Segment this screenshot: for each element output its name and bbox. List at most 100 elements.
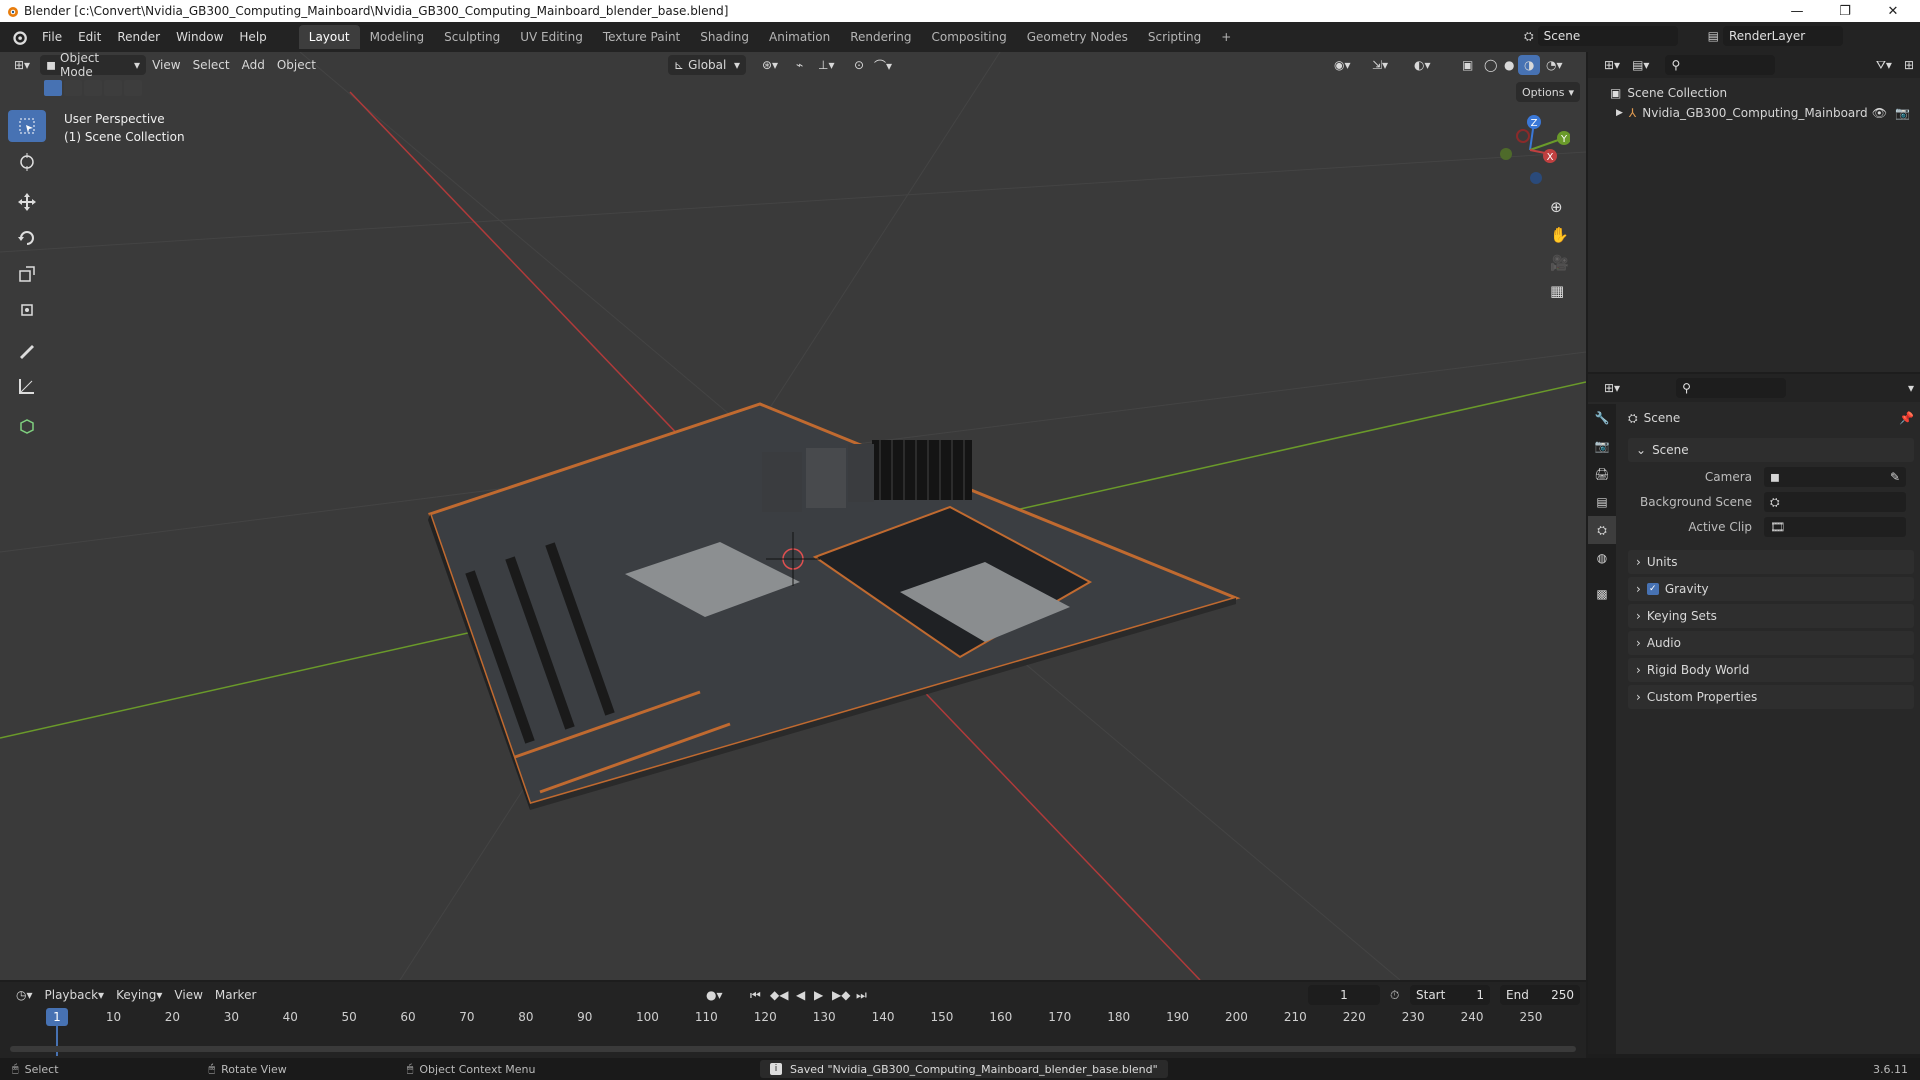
pivot-point-icon[interactable]: ⊛▾: [756, 55, 784, 75]
navigation-gizmo[interactable]: Z Y X: [1490, 110, 1570, 190]
tab-modeling[interactable]: Modeling: [360, 25, 435, 49]
tab-scripting[interactable]: Scripting: [1138, 25, 1211, 49]
camera-view-icon[interactable]: 🎥: [1550, 254, 1569, 272]
panel-scene-header[interactable]: ⌄ Scene: [1628, 438, 1914, 462]
move-tool[interactable]: [8, 186, 46, 218]
annotate-tool[interactable]: [8, 334, 46, 366]
snap-target-icon[interactable]: ⊥▾: [812, 55, 840, 75]
tab-sculpting[interactable]: Sculpting: [434, 25, 510, 49]
new-collection-icon[interactable]: ⊞: [1898, 55, 1920, 75]
camera-field[interactable]: ◼ ✎: [1764, 467, 1906, 487]
select-extend-icon[interactable]: [64, 80, 82, 96]
zoom-icon[interactable]: ⊕: [1550, 198, 1569, 216]
background-scene-field[interactable]: ⛭: [1764, 492, 1906, 512]
active-clip-field[interactable]: 🎞: [1764, 517, 1906, 537]
scene-tab-icon[interactable]: ⛭: [1588, 516, 1616, 544]
tab-animation[interactable]: Animation: [759, 25, 840, 49]
view-layer-tab-icon[interactable]: ▤: [1588, 488, 1616, 516]
menu-render[interactable]: Render: [109, 25, 168, 49]
material-shading-icon[interactable]: ◑: [1518, 55, 1541, 75]
pin-icon[interactable]: 📌: [1899, 411, 1914, 425]
options-button[interactable]: Options ▾: [1516, 82, 1580, 102]
outliner-editor-type-icon[interactable]: ⊞▾: [1598, 55, 1626, 75]
minimize-button[interactable]: —: [1774, 0, 1820, 22]
menu-view[interactable]: View: [146, 55, 186, 75]
texture-tab-icon[interactable]: ▩: [1588, 580, 1616, 608]
properties-editor-type-icon[interactable]: ⊞▾: [1598, 378, 1626, 398]
transform-orientation-selector[interactable]: ⊾ Global ▾: [668, 55, 746, 75]
blender-menu-icon[interactable]: [10, 28, 28, 46]
menu-edit[interactable]: Edit: [70, 25, 109, 49]
camera-render-icon[interactable]: 📷: [1895, 106, 1910, 120]
select-box-tool[interactable]: [8, 110, 46, 142]
editor-type-button[interactable]: ⊞▾: [8, 55, 36, 75]
expand-arrow-icon[interactable]: ▶: [1616, 108, 1623, 118]
properties-search-input[interactable]: ⚲: [1676, 378, 1787, 398]
outliner-search-input[interactable]: ⚲: [1665, 55, 1776, 75]
select-invert-icon[interactable]: [104, 80, 122, 96]
render-layer-selector[interactable]: RenderLayer: [1722, 26, 1843, 46]
overlay-toggle-icon[interactable]: ◐▾: [1408, 55, 1437, 75]
menu-window[interactable]: Window: [168, 25, 231, 49]
tab-geometry-nodes[interactable]: Geometry Nodes: [1017, 25, 1138, 49]
tab-texture-paint[interactable]: Texture Paint: [593, 25, 690, 49]
tab-shading[interactable]: Shading: [690, 25, 759, 49]
3d-viewport[interactable]: ⊞▾ ◼ Object Mode ▾ View Select Add Objec…: [0, 52, 1586, 980]
world-tab-icon[interactable]: ◍: [1588, 544, 1616, 572]
panel-rigid-body-header[interactable]: › Rigid Body World: [1628, 658, 1914, 682]
proportional-edit-icon[interactable]: ⊙: [848, 55, 870, 75]
menu-help[interactable]: Help: [231, 25, 274, 49]
mode-selector[interactable]: ◼ Object Mode ▾: [40, 52, 147, 79]
scene-selector[interactable]: Scene: [1537, 26, 1678, 46]
tab-layout[interactable]: Layout: [298, 25, 360, 49]
falloff-icon[interactable]: ⌒▾: [868, 55, 898, 75]
filter-icon[interactable]: ⛛▾: [1870, 55, 1898, 75]
ortho-grid-icon[interactable]: ▦: [1550, 282, 1569, 300]
snap-icon[interactable]: ⌁: [790, 55, 809, 75]
measure-tool[interactable]: [8, 370, 46, 402]
cursor-tool[interactable]: [8, 146, 46, 178]
visibility-icon[interactable]: ◉▾: [1328, 55, 1357, 75]
maximize-button[interactable]: ❐: [1822, 0, 1868, 22]
pan-hand-icon[interactable]: ✋: [1550, 226, 1569, 244]
menu-select[interactable]: Select: [187, 55, 236, 75]
tab-rendering[interactable]: Rendering: [840, 25, 921, 49]
gravity-checkbox[interactable]: ✓: [1646, 583, 1659, 595]
menu-file[interactable]: File: [34, 25, 70, 49]
panel-gravity-header[interactable]: › ✓ Gravity: [1628, 577, 1914, 601]
panel-keying-sets-header[interactable]: › Keying Sets: [1628, 604, 1914, 628]
tab-compositing[interactable]: Compositing: [921, 25, 1016, 49]
transform-tool[interactable]: [8, 294, 46, 326]
timeline-scrollbar[interactable]: [10, 1046, 1576, 1052]
select-subtract-icon[interactable]: [84, 80, 102, 96]
scale-tool[interactable]: [8, 258, 46, 290]
xray-toggle-icon[interactable]: ▣: [1456, 55, 1479, 75]
eye-icon[interactable]: 👁: [1872, 106, 1887, 120]
add-cube-tool[interactable]: [8, 410, 46, 442]
display-mode-icon[interactable]: ▤▾: [1626, 55, 1655, 75]
add-workspace-button[interactable]: +: [1211, 25, 1241, 49]
close-button[interactable]: ✕: [1870, 0, 1916, 22]
select-new-icon[interactable]: [44, 80, 62, 96]
menu-object[interactable]: Object: [271, 55, 322, 75]
tool-tab-icon[interactable]: 🔧: [1588, 404, 1616, 432]
panel-units-header[interactable]: › Units: [1628, 550, 1914, 574]
frame-tick-label: 130: [812, 1010, 836, 1024]
panel-audio-header[interactable]: › Audio: [1628, 631, 1914, 655]
select-intersect-icon[interactable]: [124, 80, 142, 96]
render-tab-icon[interactable]: 📷: [1588, 432, 1616, 460]
eyedropper-icon[interactable]: ✎: [1890, 470, 1900, 484]
output-tab-icon[interactable]: 🖨: [1588, 460, 1616, 488]
panel-custom-properties-header[interactable]: › Custom Properties: [1628, 685, 1914, 709]
rendered-shading-icon[interactable]: ◔▾: [1540, 55, 1569, 75]
tab-uv-editing[interactable]: UV Editing: [510, 25, 593, 49]
playhead[interactable]: 1: [46, 1008, 68, 1026]
menu-add[interactable]: Add: [236, 55, 271, 75]
rotate-tool[interactable]: [8, 222, 46, 254]
outliner-item-row[interactable]: ▶ ⅄ Nvidia_GB300_Computing_Mainboard 👁 📷: [1616, 106, 1916, 120]
scene-name: Scene: [1543, 29, 1581, 43]
gizmo-toggle-icon[interactable]: ⇲▾: [1366, 55, 1394, 75]
frame-tick-label: 230: [1401, 1010, 1425, 1024]
outliner-root-row[interactable]: ▣ Scene Collection: [1610, 86, 1727, 100]
chevron-down-icon[interactable]: ▾: [1902, 378, 1920, 398]
